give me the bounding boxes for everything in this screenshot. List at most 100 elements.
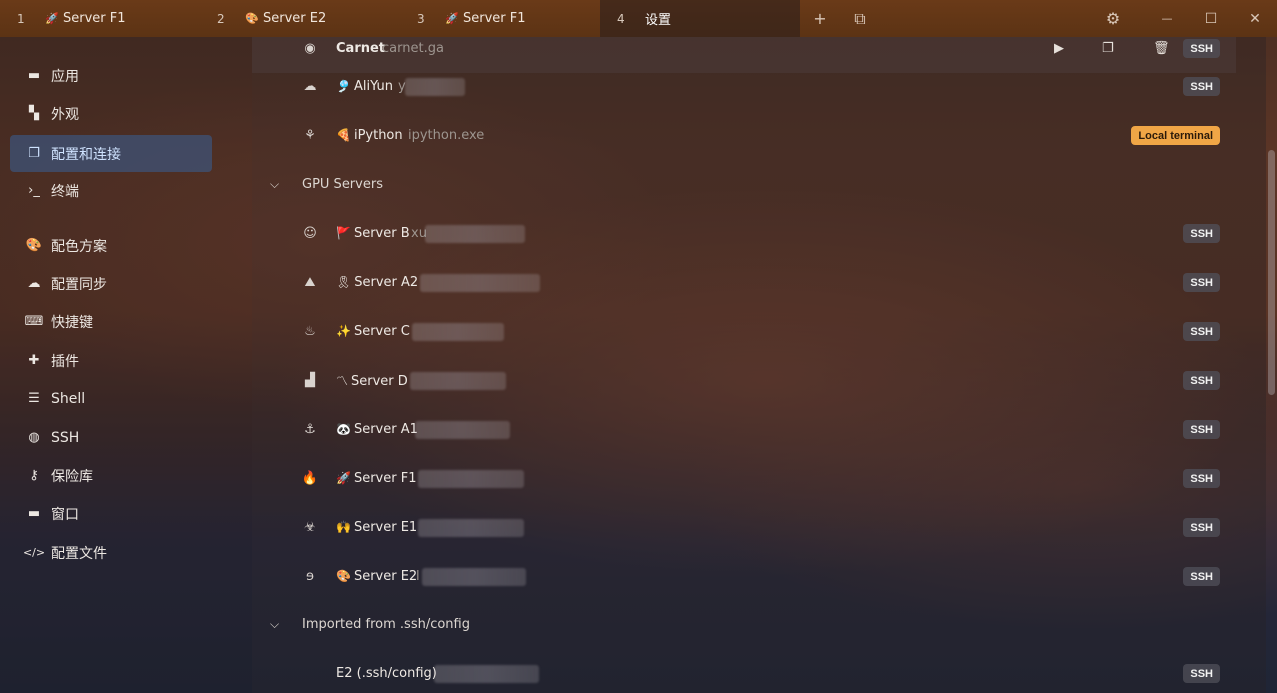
mountain-icon: ⛰ xyxy=(304,275,316,290)
ssh-badge: SSH xyxy=(1183,322,1220,341)
sidebar-item-plugins[interactable]: ✚ 插件 xyxy=(10,342,212,379)
sidebar-item-label: SSH xyxy=(51,429,80,446)
new-tab-button[interactable]: + xyxy=(800,0,840,37)
close-button[interactable]: ✕ xyxy=(1233,0,1277,37)
flag-icon: 🚩 xyxy=(336,226,351,240)
list-icon: ☰ xyxy=(28,391,40,406)
profile-row[interactable]: ⛰ 🎗 Server A2 SSH xyxy=(252,258,1236,307)
close-icon: ✕ xyxy=(1249,10,1261,27)
sidebar-item-vault[interactable]: ⚷ 保险库 xyxy=(10,457,212,494)
tab-number: 3 xyxy=(417,11,425,26)
profile-name-text: AliYun xyxy=(353,79,393,94)
redacted-host xyxy=(415,420,510,439)
profile-row[interactable]: E2 (.ssh/config) SSH xyxy=(252,649,1236,693)
profile-row[interactable]: ☣ 🙌 Server E1 SSH xyxy=(252,503,1236,552)
tab-3[interactable]: 3 🚀 Server F1 xyxy=(400,0,600,37)
profile-row[interactable]: ɘ 🎨 Server E2 l SSH xyxy=(252,552,1236,601)
window-icon: ▬ xyxy=(27,506,41,521)
sidebar-item-config-file[interactable]: </> 配置文件 xyxy=(10,534,212,571)
code-icon: </> xyxy=(22,546,46,559)
cloud-icon: ☁ xyxy=(303,79,317,94)
redacted-host xyxy=(412,322,504,341)
group-header-imported[interactable]: ⌵ Imported from .ssh/config xyxy=(252,600,1236,649)
terminal-icon: ›_ xyxy=(28,183,40,198)
profile-host: ipython.exe xyxy=(408,128,485,143)
sidebar-item-profiles[interactable]: ❐ 配置和连接 xyxy=(10,135,212,172)
tab-1[interactable]: 1 🚀 Server F1 xyxy=(0,0,200,37)
panda-icon: 🐼 xyxy=(336,422,351,436)
profile-row[interactable]: ⚓ 🐼 Server A1 SSH xyxy=(252,405,1236,454)
duplicate-icon[interactable]: ❐ xyxy=(1102,41,1114,56)
profile-row[interactable]: ⚘ 🍕 iPython ipython.exe Local terminal xyxy=(252,111,1236,160)
sidebar-item-color-scheme[interactable]: 🎨 配色方案 xyxy=(10,227,212,264)
profile-row[interactable]: ☺ 🚩 Server B xu SSH xyxy=(252,209,1236,258)
profile-name: 🎗 Server A2 xyxy=(336,275,418,290)
profile-row[interactable]: ☁ 🎐 AliYun y SSH xyxy=(252,62,1236,111)
sidebar-item-appearance[interactable]: ▚ 外观 xyxy=(10,95,212,132)
cake-icon: ♨ xyxy=(304,324,316,339)
profile-name-text: Server B xyxy=(353,226,410,241)
sidebar-item-label: 配置文件 xyxy=(51,545,107,562)
profile-row[interactable]: 🔥 🚀 Server F1 SSH xyxy=(252,454,1236,503)
sidebar-item-terminal[interactable]: ›_ 终端 xyxy=(10,172,212,209)
tab-2[interactable]: 2 🎨 Server E2 xyxy=(200,0,400,37)
settings-sidebar: ▬ 应用 ▚ 外观 ❐ 配置和连接 ›_ 终端 🎨 配色方案 ☁ 配置同步 ⌨ … xyxy=(0,37,252,693)
sidebar-item-window[interactable]: ▬ 窗口 xyxy=(10,495,212,532)
redacted-host xyxy=(422,567,526,586)
play-icon[interactable]: ▶ xyxy=(1054,41,1064,56)
maximize-button[interactable]: ☐ xyxy=(1189,0,1233,37)
sparkles-icon: ✨ xyxy=(336,324,351,338)
tab-number: 4 xyxy=(617,11,625,26)
palette-icon: 🎨 xyxy=(336,569,351,583)
palette-icon: 🎨 xyxy=(245,12,259,25)
tab-bar: 1 🚀 Server F1 2 🎨 Server E2 3 🚀 Server F… xyxy=(0,0,1277,37)
wind-chime-icon: 🎐 xyxy=(336,79,351,93)
tab-settings[interactable]: 4 设置 xyxy=(600,0,800,37)
rocket-icon: 🚀 xyxy=(336,471,351,485)
profile-name-text: Server E1 xyxy=(353,520,418,535)
sidebar-item-label: 配置和连接 xyxy=(51,146,121,163)
scrollbar-thumb[interactable] xyxy=(1268,150,1275,395)
profile-name-text: Server E2 xyxy=(353,569,418,584)
profile-row[interactable]: ♨ ✨ Server C SSH xyxy=(252,307,1236,356)
profile-name: 🎐 AliYun xyxy=(336,79,393,94)
tab-number: 2 xyxy=(217,11,225,26)
redacted-host xyxy=(418,469,524,488)
ssh-badge: SSH xyxy=(1183,567,1220,586)
rocket-icon: 🚀 xyxy=(45,12,59,25)
profile-name: 🐼 Server A1 xyxy=(336,422,418,437)
profile-name: Carnet xyxy=(336,41,386,56)
profile-name: 🎨 Server E2 xyxy=(336,569,417,584)
redacted-host xyxy=(418,518,524,537)
profile-name: E2 (.ssh/config) xyxy=(336,666,437,681)
tab-number: 1 xyxy=(17,11,25,26)
ssh-badge: SSH xyxy=(1183,224,1220,243)
ssh-badge: SSH xyxy=(1183,518,1220,537)
ssh-badge: SSH xyxy=(1183,77,1220,96)
trash-icon[interactable]: 🗑 xyxy=(1153,41,1170,56)
redacted-host xyxy=(410,371,506,390)
group-header-gpu-servers[interactable]: ⌵ GPU Servers xyxy=(252,160,1236,209)
sidebar-item-hotkeys[interactable]: ⌨ 快捷键 xyxy=(10,303,212,340)
profile-row[interactable]: ▟ 〽 Server D SSH xyxy=(252,356,1236,405)
profile-name: 🍕 iPython xyxy=(336,128,403,143)
chevron-down-icon: ⌵ xyxy=(270,617,280,631)
sidebar-item-app[interactable]: ▬ 应用 xyxy=(10,57,212,94)
ssh-badge: SSH xyxy=(1183,420,1220,439)
local-terminal-badge: Local terminal xyxy=(1131,126,1220,145)
settings-button[interactable]: ⚙ xyxy=(1091,0,1135,37)
sidebar-item-ssh[interactable]: ◍ SSH xyxy=(10,419,212,456)
sidebar-item-shell[interactable]: ☰ Shell xyxy=(10,380,212,417)
sidebar-item-label: 保险库 xyxy=(51,468,93,485)
profile-icon: ◉ xyxy=(304,41,316,56)
key-icon: ⚷ xyxy=(29,468,39,483)
scrollbar[interactable] xyxy=(1266,37,1277,693)
split-tab-button[interactable]: ⧉ xyxy=(840,0,880,37)
anchor-icon: ⚓ xyxy=(304,422,316,437)
minimize-button[interactable]: — xyxy=(1145,0,1189,37)
sidebar-item-label: 应用 xyxy=(51,68,79,85)
sidebar-item-config-sync[interactable]: ☁ 配置同步 xyxy=(10,265,212,302)
tab-label: Server F1 xyxy=(63,11,126,26)
window-restore-icon: ⧉ xyxy=(854,8,866,28)
profile-name: 〽 Server D xyxy=(336,372,408,389)
